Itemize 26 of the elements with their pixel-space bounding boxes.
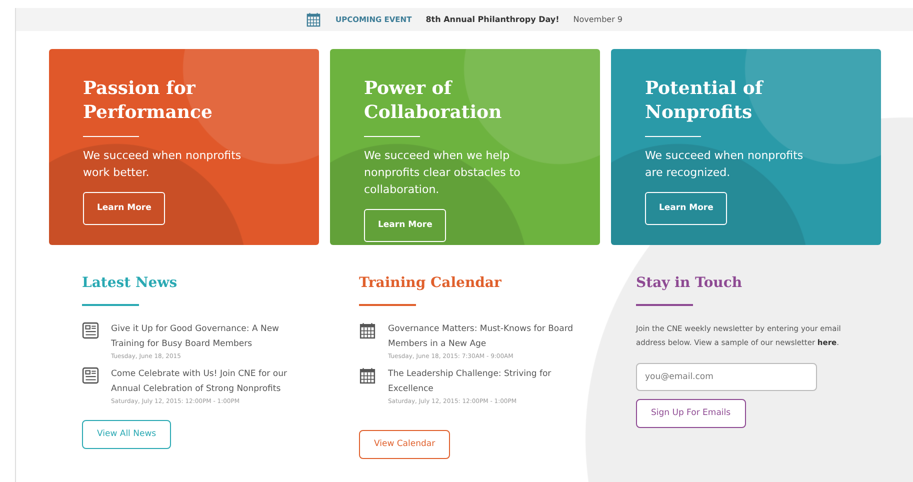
card-text: We succeed when nonprofits are recognized. xyxy=(645,148,804,181)
sign-up-button[interactable]: Sign Up For Emails xyxy=(636,398,746,428)
calendar-icon xyxy=(306,12,322,27)
event-date: November 9 xyxy=(573,14,623,26)
learn-more-button[interactable]: Learn More xyxy=(364,209,446,242)
event-title[interactable]: 8th Annual Philanthropy Day! xyxy=(426,14,560,26)
section-heading: Latest News xyxy=(82,275,178,292)
card-title: Passion for Performance xyxy=(83,77,214,125)
card-text: We succeed when nonprofits work better. xyxy=(83,148,242,181)
learn-more-button[interactable]: Learn More xyxy=(83,192,166,225)
calendar-icon xyxy=(359,322,376,339)
newspaper-icon xyxy=(82,322,99,339)
newspaper-icon xyxy=(82,366,99,384)
item-title[interactable]: Governance Matters: Must-Knows for Board Members in a New Age xyxy=(388,322,578,352)
section-heading: Stay in Touch xyxy=(636,275,744,292)
view-calendar-button[interactable]: View Calendar xyxy=(359,430,450,459)
item-title[interactable]: Come Celebrate with Us! Join CNE for our Annual Celebration of Strong Nonprofits xyxy=(111,366,301,397)
card-title: Potential of Nonprofits xyxy=(645,77,765,125)
learn-more-button[interactable]: Learn More xyxy=(645,192,728,225)
section-heading: Training Calendar xyxy=(359,275,502,292)
item-title[interactable]: The Leadership Challenge: Striving for Excellence xyxy=(388,366,578,397)
calendar-icon xyxy=(359,366,376,384)
email-field[interactable]: you@email.com xyxy=(636,362,817,391)
card-title: Power of Collaboration xyxy=(364,77,503,125)
item-title[interactable]: Give it Up for Good Governance: A New Training for Busy Board Members xyxy=(111,322,301,352)
card-text: We succeed when we help nonprofits clear obstacles to collaboration. xyxy=(364,148,522,198)
